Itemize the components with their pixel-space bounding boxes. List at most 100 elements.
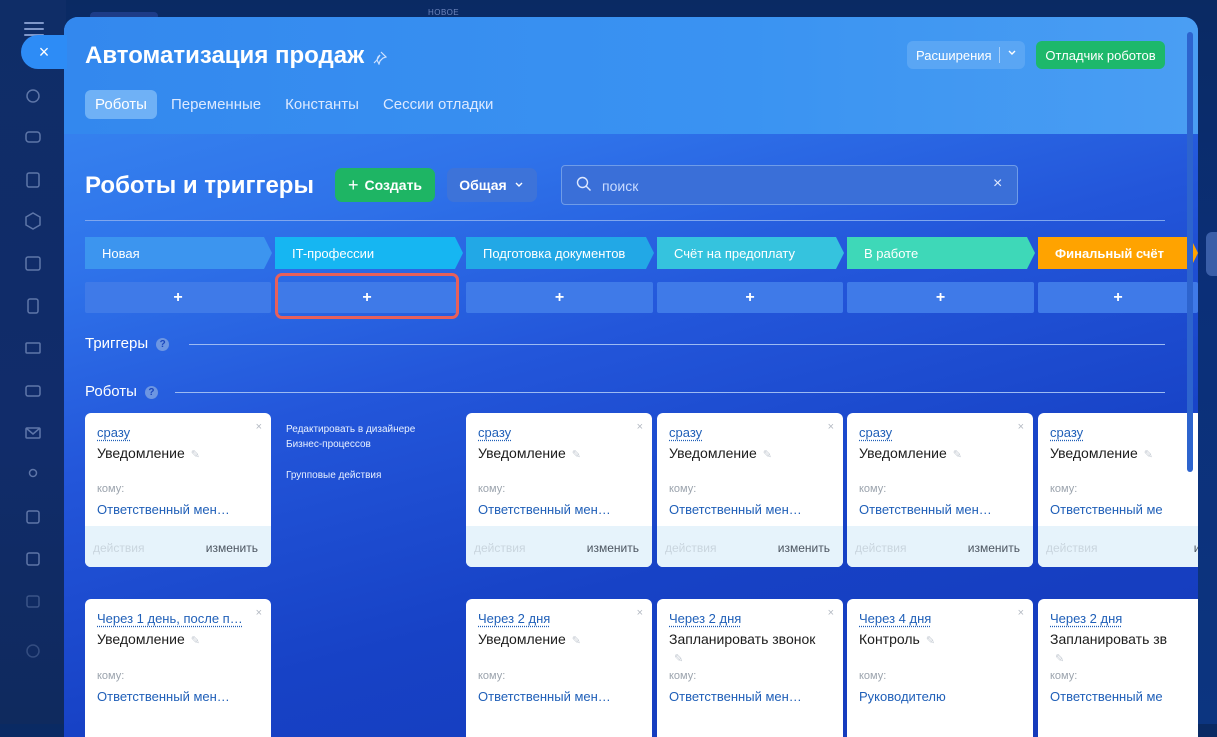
robot-delay[interactable]: Через 2 дня: [1050, 611, 1122, 626]
pencil-icon[interactable]: ✎: [763, 449, 772, 461]
storage-icon[interactable]: [23, 591, 43, 611]
stage-docs[interactable]: Подготовка документов: [466, 237, 654, 269]
close-icon[interactable]: ×: [637, 421, 643, 433]
edit-link[interactable]: изменить: [968, 541, 1020, 555]
clear-search-icon[interactable]: ×: [993, 175, 1002, 193]
users-icon[interactable]: [23, 465, 43, 485]
stage-prepay[interactable]: Счёт на предоплату: [657, 237, 844, 269]
edit-link[interactable]: изменить: [587, 541, 639, 555]
group-actions-link[interactable]: Групповые действия: [286, 468, 446, 483]
pencil-icon[interactable]: ✎: [191, 635, 200, 647]
robot-delay[interactable]: сразу: [1050, 425, 1083, 440]
tab-constants[interactable]: Константы: [275, 90, 369, 119]
edit-link[interactable]: из: [1194, 541, 1198, 555]
search-input[interactable]: [600, 174, 984, 198]
add-robot-button[interactable]: +: [1038, 282, 1198, 313]
checkbox-icon[interactable]: [23, 507, 43, 527]
pencil-icon[interactable]: ✎: [953, 449, 962, 461]
robot-card[interactable]: Через 1 день, после п… × Уведомление ✎ ко…: [85, 599, 271, 737]
top-new-label: НОВОЕ: [428, 8, 460, 17]
create-button[interactable]: + Создать: [335, 168, 435, 202]
chat-icon[interactable]: [23, 128, 43, 148]
pencil-icon[interactable]: ✎: [1055, 652, 1064, 665]
close-icon[interactable]: ×: [637, 607, 643, 619]
pencil-icon[interactable]: ✎: [191, 449, 200, 461]
robot-card[interactable]: Через 2 дня × Уведомление ✎ кому: Ответст…: [466, 599, 652, 737]
grid-icon[interactable]: [23, 549, 43, 569]
robot-delay[interactable]: Через 2 дня: [669, 611, 741, 626]
tab-variables[interactable]: Переменные: [161, 90, 271, 119]
recipient-label: кому:: [478, 670, 506, 682]
close-icon[interactable]: ×: [828, 421, 834, 433]
pencil-icon[interactable]: ✎: [1144, 449, 1153, 461]
actions-label: действия: [855, 541, 907, 555]
robots-debugger-button[interactable]: Отладчик роботов: [1036, 41, 1165, 69]
close-icon[interactable]: ×: [828, 607, 834, 619]
robot-card[interactable]: сразу × Уведомление ✎ кому: Ответственный…: [85, 413, 271, 567]
help-icon[interactable]: ?: [144, 386, 158, 399]
robot-delay[interactable]: Через 2 дня: [478, 611, 550, 626]
edit-link[interactable]: изменить: [778, 541, 830, 555]
robot-card[interactable]: Через 4 дня × Контроль ✎ кому: Руководите…: [847, 599, 1033, 737]
robot-card[interactable]: сразу × Уведомление ✎ кому: Ответственный…: [847, 413, 1033, 567]
robot-delay[interactable]: Через 4 дня: [859, 611, 931, 626]
add-robot-button[interactable]: +: [466, 282, 653, 313]
add-robot-button[interactable]: +: [85, 282, 271, 313]
scrollbar[interactable]: [1187, 32, 1193, 472]
recipient-label: кому:: [669, 483, 697, 495]
robot-card[interactable]: сразу × Уведомление ✎ кому: Ответственный…: [466, 413, 652, 567]
robot-card[interactable]: сразу Уведомление ✎ кому: Ответственный м…: [1038, 413, 1198, 567]
robot-card[interactable]: сразу × Уведомление ✎ кому: Ответственный…: [657, 413, 843, 567]
pin-icon[interactable]: [373, 51, 388, 66]
help-icon[interactable]: ?: [156, 338, 170, 351]
crm-icon[interactable]: [23, 86, 43, 106]
close-icon[interactable]: ×: [256, 421, 262, 433]
pencil-icon[interactable]: ✎: [572, 449, 581, 461]
close-icon[interactable]: ×: [256, 607, 262, 619]
robot-delay[interactable]: сразу: [97, 425, 130, 440]
edit-in-designer-link[interactable]: Редактировать в дизайнере Бизнес-процесс…: [286, 422, 446, 452]
robot-delay[interactable]: Через 1 день, после п…: [97, 611, 243, 626]
recipient-value: Ответственный ме: [1050, 502, 1163, 517]
pencil-icon[interactable]: ✎: [572, 635, 581, 647]
search-box[interactable]: ×: [561, 165, 1018, 205]
tab-debug-sessions[interactable]: Сессии отладки: [373, 90, 503, 119]
pencil-icon[interactable]: ✎: [674, 652, 683, 665]
stage-in-work[interactable]: В работе: [847, 237, 1035, 269]
tab-robots[interactable]: Роботы: [85, 90, 157, 119]
chevron-down-icon[interactable]: [1006, 47, 1018, 59]
close-icon[interactable]: ×: [1018, 607, 1024, 619]
calendar-icon[interactable]: [23, 253, 43, 273]
robot-title: Контроль ✎: [859, 631, 936, 647]
edit-link[interactable]: изменить: [206, 541, 258, 555]
stage-it[interactable]: IT-профессии: [275, 237, 463, 269]
settings-icon[interactable]: [23, 641, 43, 661]
robots-section: Роботы?: [85, 383, 158, 400]
stage-new[interactable]: Новая: [85, 237, 272, 269]
add-robot-button[interactable]: +: [657, 282, 843, 313]
general-dropdown[interactable]: Общая: [447, 168, 537, 202]
menu-icon[interactable]: [24, 18, 44, 36]
panel-header: Автоматизация продаж Расширения Отладчик…: [64, 17, 1198, 134]
card-icon[interactable]: [23, 381, 43, 401]
robot-card[interactable]: Через 2 дня Запланировать зв ✎ кому: Отв…: [1038, 599, 1198, 737]
side-panel-handle[interactable]: [1206, 232, 1217, 276]
hexagon-icon[interactable]: [23, 211, 43, 231]
mail-icon[interactable]: [23, 423, 43, 443]
close-icon[interactable]: ×: [21, 35, 67, 69]
pencil-icon[interactable]: ✎: [926, 635, 935, 647]
add-robot-button[interactable]: +: [847, 282, 1034, 313]
close-icon[interactable]: ×: [1018, 421, 1024, 433]
board-icon[interactable]: [23, 339, 43, 359]
document-icon[interactable]: [23, 296, 43, 316]
plus-icon: +: [347, 174, 359, 195]
automation-panel: Автоматизация продаж Расширения Отладчик…: [64, 17, 1198, 737]
stage-final-invoice[interactable]: Финальный счёт: [1038, 237, 1198, 269]
robot-delay[interactable]: сразу: [859, 425, 892, 440]
robot-delay[interactable]: сразу: [478, 425, 511, 440]
extensions-button[interactable]: Расширения: [907, 41, 1025, 69]
robot-delay[interactable]: сразу: [669, 425, 702, 440]
robot-card[interactable]: Через 2 дня × Запланировать звонок ✎ ком…: [657, 599, 843, 737]
tasks-icon[interactable]: [23, 170, 43, 190]
extensions-label: Расширения: [916, 47, 992, 63]
